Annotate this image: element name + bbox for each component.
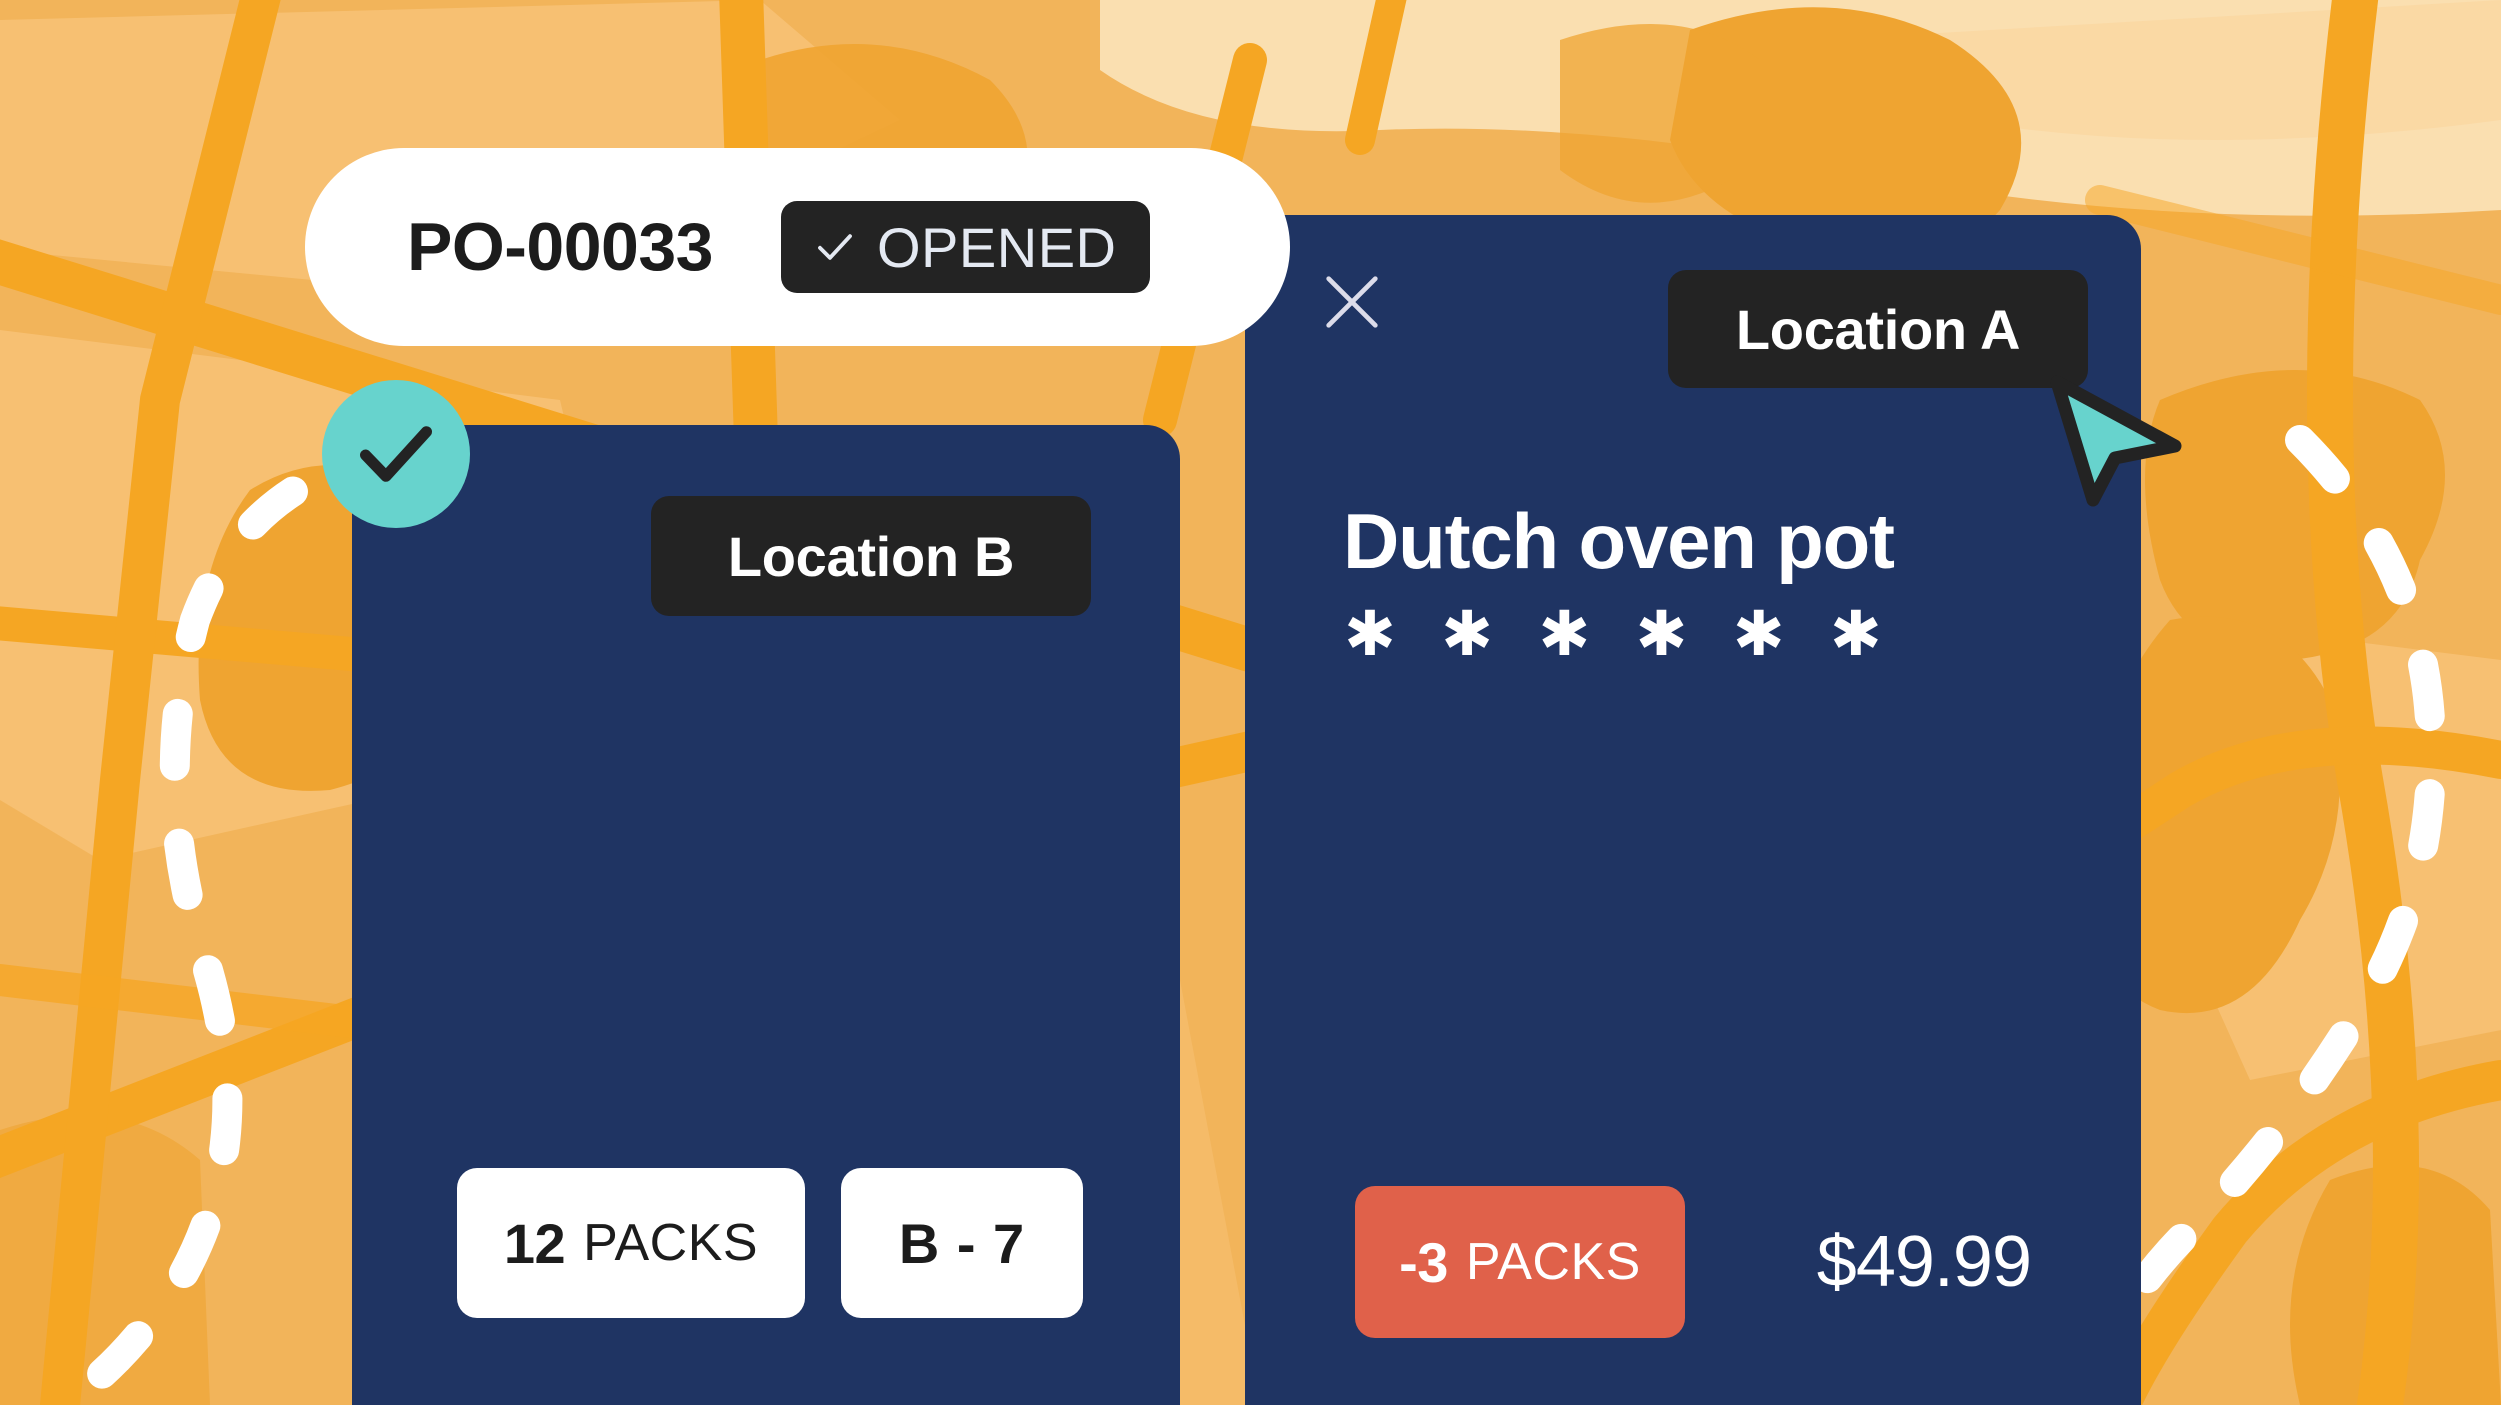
packs-unit: PACKS [1465, 1233, 1641, 1291]
close-button[interactable] [1317, 267, 1387, 337]
close-icon [1326, 276, 1378, 328]
check-badge-icon [322, 380, 470, 528]
packs-unit: PACKS [583, 1214, 759, 1272]
bin-chip[interactable]: B - 7 [841, 1168, 1083, 1318]
packs-value: 12 [503, 1211, 566, 1275]
location-a-badge[interactable]: Location A [1668, 270, 2088, 388]
check-icon [818, 234, 852, 260]
left-card-chip-row: 12 PACKS B - 7 [457, 1168, 1083, 1318]
packs-chip-negative[interactable]: -3 PACKS [1355, 1186, 1685, 1338]
status-badge[interactable]: OPENED [780, 201, 1151, 293]
purchase-order-bar[interactable]: PO-00033 OPENED [305, 148, 1290, 346]
location-a-label: Location A [1735, 297, 2021, 361]
product-title: Dutch oven pot [1343, 497, 1895, 585]
location-b-badge[interactable]: Location B [651, 496, 1091, 616]
packs-value: -3 [1399, 1230, 1448, 1294]
packs-chip[interactable]: 12 PACKS [457, 1168, 805, 1318]
screenshot-stage: PO-00033 OPENED Location B 12 PACKS B - … [0, 0, 2501, 1405]
rating-stars: ✱ ✱ ✱ ✱ ✱ ✱ [1344, 600, 1896, 669]
bin-value: B - 7 [898, 1211, 1026, 1275]
right-card-chip-row: -3 PACKS $49.99 [1355, 1186, 2037, 1338]
location-b-label: Location B [727, 524, 1015, 588]
status-label: OPENED [876, 215, 1117, 279]
price: $49.99 [1816, 1222, 2032, 1302]
po-number: PO-00033 [407, 209, 713, 285]
